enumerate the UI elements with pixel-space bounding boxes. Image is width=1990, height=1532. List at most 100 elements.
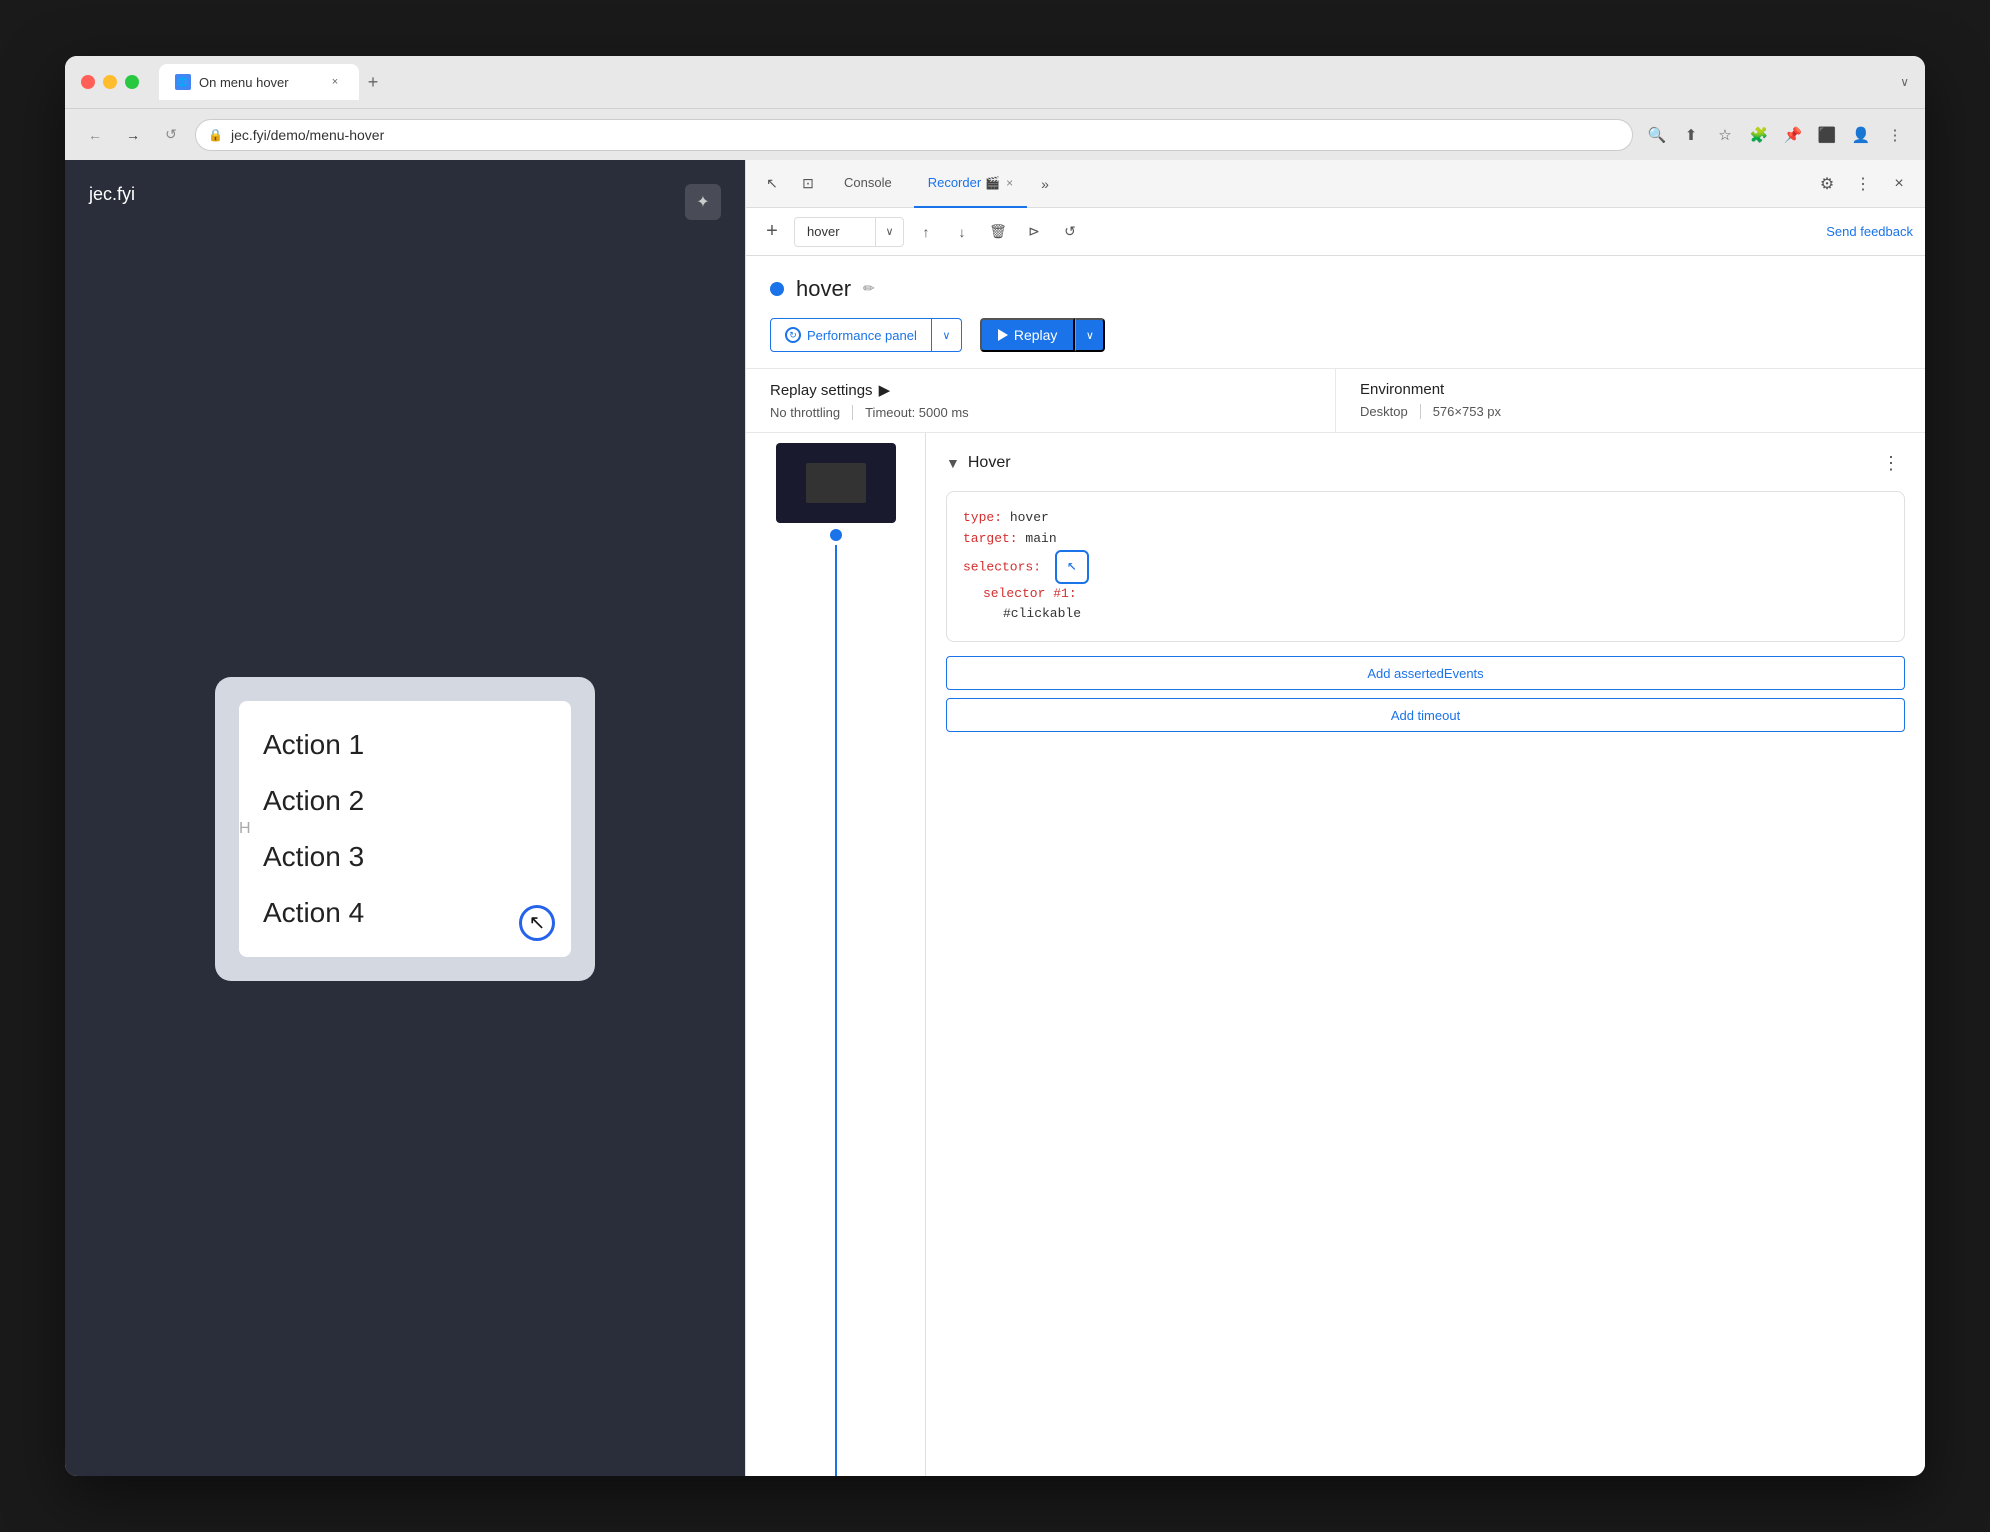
- nav-icons: 🔍 ⬆ ☆ 🧩 📌 ⬛ 👤 ⋮: [1643, 121, 1909, 149]
- security-icon: 🔒: [208, 128, 223, 142]
- url-text: jec.fyi/demo/menu-hover: [231, 127, 384, 143]
- customize-button[interactable]: ⋮: [1849, 170, 1877, 198]
- maximize-window-button[interactable]: [125, 75, 139, 89]
- environment-section: Environment Desktop 576×753 px: [1335, 369, 1925, 432]
- add-timeout-button[interactable]: Add timeout: [946, 698, 1905, 732]
- recording-status-dot: [770, 282, 784, 296]
- code-line-selectors: selectors: ↖: [963, 550, 1888, 584]
- demo-card-container: H Action 1 Action 2 Action 3 Action 4 ↖: [89, 205, 721, 1452]
- performance-panel-button[interactable]: ↻ Performance panel: [770, 318, 932, 352]
- replay-dropdown-button[interactable]: ∨: [1075, 318, 1105, 352]
- tab-close-button[interactable]: ×: [327, 74, 343, 90]
- recording-header: hover: [746, 256, 1925, 318]
- export-recording-button[interactable]: ↑: [912, 218, 940, 246]
- add-recording-button[interactable]: +: [758, 218, 786, 246]
- target-value: main: [1025, 531, 1056, 546]
- timeline-line: [835, 545, 837, 1476]
- minimize-window-button[interactable]: [103, 75, 117, 89]
- menu-item-4[interactable]: Action 4: [263, 885, 547, 941]
- import-recording-button[interactable]: ↓: [948, 218, 976, 246]
- tabs-bar: 🌐 On menu hover × + ∨: [159, 64, 1909, 100]
- traffic-lights: [81, 75, 139, 89]
- new-tab-button[interactable]: +: [359, 68, 387, 96]
- back-button[interactable]: ←: [81, 121, 109, 149]
- recording-selector[interactable]: hover ∨: [794, 217, 904, 247]
- more-tabs-button[interactable]: »: [1035, 176, 1055, 192]
- steps-area: ▼ Hover ⋮ type: hover target: main: [746, 433, 1925, 1476]
- split-button[interactable]: ⬛: [1813, 121, 1841, 149]
- close-window-button[interactable]: [81, 75, 95, 89]
- browser-menu-button[interactable]: ⋮: [1881, 121, 1909, 149]
- performance-panel-group: ↻ Performance panel ∨: [770, 318, 962, 352]
- recorder-pin-icon: 🎬: [985, 176, 1000, 190]
- pin-button[interactable]: 📌: [1779, 121, 1807, 149]
- tab-console[interactable]: Console: [830, 160, 906, 208]
- menu-item-1[interactable]: Action 1: [263, 717, 547, 773]
- settings-button[interactable]: ⚙: [1813, 170, 1841, 198]
- nav-bar: ← → ↺ 🔒 jec.fyi/demo/menu-hover 🔍 ⬆ ☆ 🧩 …: [65, 108, 1925, 160]
- step-action-buttons: Add assertedEvents Add timeout: [946, 656, 1905, 732]
- settings-bar: Replay settings ▶ No throttling Timeout:…: [746, 368, 1925, 433]
- revert-button[interactable]: ↺: [1056, 218, 1084, 246]
- theme-toggle-button[interactable]: ✦: [685, 184, 721, 220]
- forward-button[interactable]: →: [119, 121, 147, 149]
- no-throttling-value: No throttling: [770, 405, 852, 420]
- recorder-tab-close[interactable]: ×: [1006, 176, 1013, 190]
- cursor-indicator: ↖: [519, 905, 555, 941]
- timeout-value: Timeout: 5000 ms: [852, 405, 981, 420]
- browser-window: 🌐 On menu hover × + ∨ ← → ↺ 🔒 jec.fyi/de…: [65, 56, 1925, 1476]
- demo-card: H Action 1 Action 2 Action 3 Action 4 ↖: [215, 677, 595, 981]
- code-line-type: type: hover: [963, 508, 1888, 529]
- replay-settings-section: Replay settings ▶ No throttling Timeout:…: [746, 369, 1335, 432]
- device-emulation-button[interactable]: ⊡: [794, 170, 822, 198]
- menu-item-3[interactable]: Action 3: [263, 829, 547, 885]
- play-icon: [998, 329, 1008, 341]
- profile-button[interactable]: 👤: [1847, 121, 1875, 149]
- replay-button[interactable]: Replay: [980, 318, 1076, 352]
- tab-title: On menu hover: [199, 75, 289, 90]
- side-label: H: [239, 820, 251, 838]
- performance-panel-dropdown-button[interactable]: ∨: [932, 318, 962, 352]
- replay-button-group: Replay ∨: [980, 318, 1106, 352]
- step-header: ▼ Hover ⋮: [946, 449, 1905, 477]
- browser-tab[interactable]: 🌐 On menu hover ×: [159, 64, 359, 100]
- close-devtools-button[interactable]: ×: [1885, 170, 1913, 198]
- replay-settings-values: No throttling Timeout: 5000 ms: [770, 405, 1311, 420]
- desktop-value: Desktop: [1360, 404, 1420, 419]
- bookmark-button[interactable]: ☆: [1711, 121, 1739, 149]
- refresh-button[interactable]: ↺: [157, 121, 185, 149]
- edit-recording-name-button[interactable]: [863, 280, 875, 298]
- replay-settings-title[interactable]: Replay settings ▶: [770, 381, 1311, 399]
- resolution-value: 576×753 px: [1420, 404, 1513, 419]
- replay-settings-chevron: ▶: [879, 381, 891, 399]
- selector-picker-button[interactable]: ↖: [1055, 550, 1089, 584]
- add-asserted-events-button[interactable]: Add assertedEvents: [946, 656, 1905, 690]
- code-line-selector-value: #clickable: [963, 604, 1888, 625]
- delete-recording-button[interactable]: 🗑: [984, 218, 1012, 246]
- selector-value: #clickable: [1003, 606, 1081, 621]
- expand-tabs-button[interactable]: ∨: [1900, 75, 1909, 89]
- share-button[interactable]: ⬆: [1677, 121, 1705, 149]
- type-key: type:: [963, 510, 1002, 525]
- search-button[interactable]: 🔍: [1643, 121, 1671, 149]
- selectors-key: selectors:: [963, 559, 1041, 574]
- step-replay-button[interactable]: ⊳: [1020, 218, 1048, 246]
- inspector-button[interactable]: ↖: [758, 170, 786, 198]
- extensions-button[interactable]: 🧩: [1745, 121, 1773, 149]
- page-logo: jec.fyi: [89, 184, 135, 205]
- step-more-button[interactable]: ⋮: [1877, 449, 1905, 477]
- recording-dropdown-button[interactable]: ∨: [875, 217, 903, 247]
- performance-icon: ↻: [785, 327, 801, 343]
- tab-recorder[interactable]: Recorder 🎬 ×: [914, 160, 1027, 208]
- step-thumbnail: [776, 443, 896, 523]
- step-collapse-button[interactable]: ▼: [946, 455, 960, 471]
- recording-name-text: hover: [795, 224, 875, 239]
- devtools-toolbar: ↖ ⊡ Console Recorder 🎬 × » ⚙ ⋮ ×: [746, 160, 1925, 208]
- action-buttons-row: ↻ Performance panel ∨ Replay ∨: [746, 318, 1925, 368]
- menu-item-2[interactable]: Action 2: [263, 773, 547, 829]
- type-value: hover: [1010, 510, 1049, 525]
- code-block: type: hover target: main selectors: ↖: [946, 491, 1905, 642]
- address-bar[interactable]: 🔒 jec.fyi/demo/menu-hover: [195, 119, 1633, 151]
- send-feedback-link[interactable]: Send feedback: [1826, 224, 1913, 239]
- title-bar: 🌐 On menu hover × + ∨: [65, 56, 1925, 108]
